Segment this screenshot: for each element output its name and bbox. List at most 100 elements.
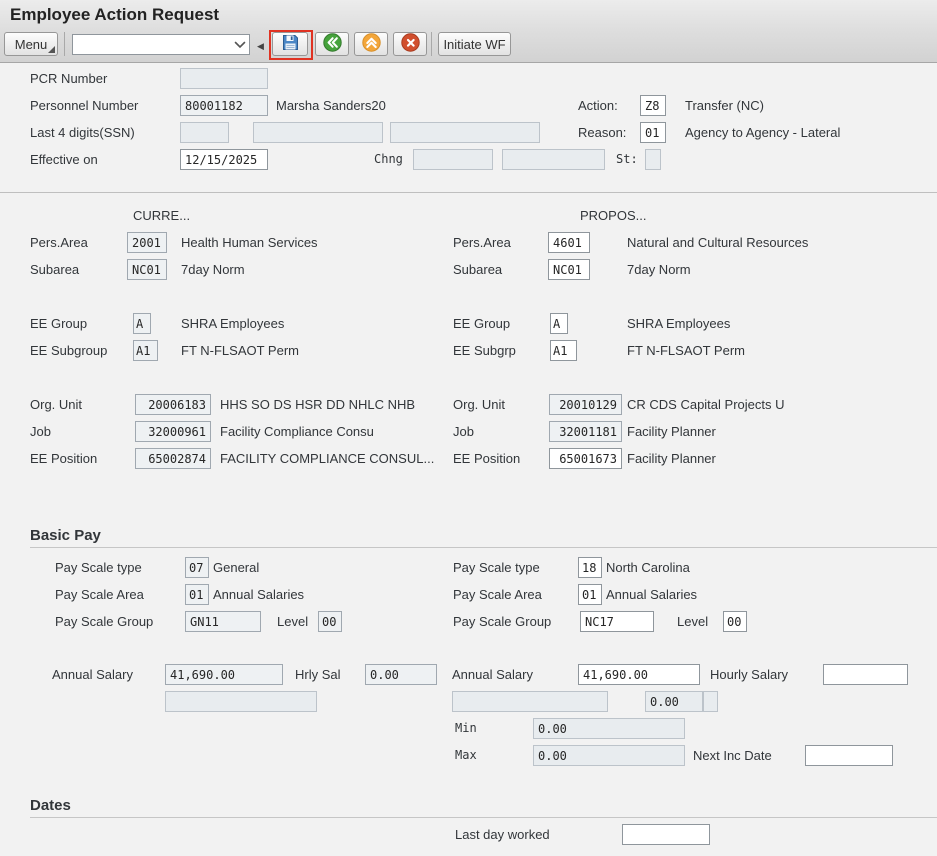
pay-scale-group-proposed-field[interactable] (580, 611, 654, 632)
chng-label: Chng (374, 149, 403, 170)
effective-on-field[interactable] (180, 149, 268, 170)
chng-field-1 (413, 149, 493, 170)
cancel-button[interactable] (393, 32, 427, 56)
annual-salary-current-label: Annual Salary (52, 664, 133, 685)
effective-on-label: Effective on (30, 149, 98, 170)
ee-position-current-text: FACILITY COMPLIANCE CONSUL... (220, 448, 434, 469)
menu-button[interactable]: Menu (4, 32, 58, 56)
next-inc-date-field[interactable] (805, 745, 893, 766)
chevron-down-icon[interactable] (234, 41, 246, 49)
job-label: Job (30, 421, 51, 442)
combobox-input[interactable] (73, 38, 234, 52)
initiate-wf-button[interactable]: Initiate WF (438, 32, 511, 56)
org-unit-label: Org. Unit (30, 394, 82, 415)
ee-position-proposed-label: EE Position (453, 448, 520, 469)
pers-area-current-text: Health Human Services (181, 232, 318, 253)
ee-subgrp-proposed-field[interactable] (550, 340, 577, 361)
proposed-column-header: PROPOS... (580, 205, 646, 226)
title-bar: Employee Action Request (0, 0, 937, 30)
action-text: Transfer (NC) (685, 95, 764, 116)
job-proposed-text: Facility Planner (627, 421, 716, 442)
quick-access-combobox[interactable] (72, 34, 250, 55)
pcr-number-label: PCR Number (30, 68, 107, 89)
reason-code-field[interactable] (640, 122, 666, 143)
page-title: Employee Action Request (10, 5, 219, 25)
ee-group-proposed-text: SHRA Employees (627, 313, 730, 334)
ee-group-current-field (133, 313, 151, 334)
level-proposed-label: Level (677, 611, 708, 632)
collapse-left-icon[interactable]: ◀ (257, 39, 264, 53)
ee-subgrp-proposed-label: EE Subgrp (453, 340, 516, 361)
back-button[interactable] (315, 32, 349, 56)
employee-action-request-window: Employee Action Request Menu ◀ (0, 0, 937, 856)
menu-button-label: Menu (15, 37, 48, 52)
ssn-field-1 (180, 122, 229, 143)
org-unit-proposed-label: Org. Unit (453, 394, 505, 415)
toolbar: Menu ◀ (0, 30, 937, 63)
save-button[interactable] (272, 32, 308, 56)
ee-group-label: EE Group (30, 313, 87, 334)
annual-salary-proposed-field[interactable] (578, 664, 700, 685)
ssn-field-3 (390, 122, 540, 143)
ee-position-proposed-text: Facility Planner (627, 448, 716, 469)
pers-area-proposed-label: Pers.Area (453, 232, 511, 253)
job-current-text: Facility Compliance Consu (220, 421, 374, 442)
pay-scale-group-current-field (185, 611, 261, 632)
org-unit-proposed-field (549, 394, 622, 415)
org-unit-current-field (135, 394, 211, 415)
hourly-salary-proposed-field[interactable] (823, 664, 908, 685)
initiate-wf-label: Initiate WF (443, 37, 505, 52)
pay-scale-group-label: Pay Scale Group (55, 611, 153, 632)
pers-area-label: Pers.Area (30, 232, 88, 253)
pay-scale-type-proposed-label: Pay Scale type (453, 557, 540, 578)
pers-area-current-field (127, 232, 167, 253)
pcr-number-field (180, 68, 268, 89)
current-column-header: CURRE... (133, 205, 190, 226)
level-current-label: Level (277, 611, 308, 632)
hourly-salary-label: Hourly Salary (710, 664, 788, 685)
pay-scale-area-label: Pay Scale Area (55, 584, 144, 605)
ee-group-current-text: SHRA Employees (181, 313, 284, 334)
toolbar-separator (431, 32, 432, 56)
save-icon (281, 33, 300, 55)
st-field (645, 149, 661, 170)
action-label: Action: (578, 95, 618, 116)
subarea-proposed-field[interactable] (548, 259, 590, 280)
ee-position-proposed-field[interactable] (549, 448, 622, 469)
promote-button[interactable] (354, 32, 388, 56)
ee-subgrp-proposed-text: FT N-FLSAOT Perm (627, 340, 745, 361)
pay-scale-type-current-text: General (213, 557, 259, 578)
salary-extra-current-field (165, 691, 317, 712)
menu-corner-icon (48, 46, 55, 53)
toolbar-separator (64, 32, 65, 56)
dates-section-header: Dates (30, 797, 937, 818)
pay-scale-area-proposed-label: Pay Scale Area (453, 584, 542, 605)
last-day-worked-field[interactable] (622, 824, 710, 845)
action-code-field[interactable] (640, 95, 666, 116)
cancel-icon (400, 32, 421, 56)
hrly-sal-current-field (365, 664, 437, 685)
pay-scale-area-current-field (185, 584, 209, 605)
level-proposed-field[interactable] (723, 611, 747, 632)
ee-group-proposed-label: EE Group (453, 313, 510, 334)
ee-subgroup-current-field (133, 340, 158, 361)
pay-scale-type-proposed-field[interactable] (578, 557, 602, 578)
last-day-worked-label: Last day worked (455, 824, 550, 845)
pers-area-proposed-field[interactable] (548, 232, 590, 253)
salary-amount-proposed-field (645, 691, 703, 712)
level-current-field (318, 611, 342, 632)
job-proposed-label: Job (453, 421, 474, 442)
salary-extra-proposed-field (452, 691, 608, 712)
ssn-label: Last 4 digits(SSN) (30, 122, 135, 143)
subarea-current-text: 7day Norm (181, 259, 245, 280)
pay-scale-area-current-text: Annual Salaries (213, 584, 304, 605)
annual-salary-current-field (165, 664, 283, 685)
ee-group-proposed-field[interactable] (550, 313, 568, 334)
ee-position-current-field (135, 448, 211, 469)
chng-field-2 (502, 149, 605, 170)
pay-scale-area-proposed-field[interactable] (578, 584, 602, 605)
subarea-proposed-text: 7day Norm (627, 259, 691, 280)
personnel-number-field (180, 95, 268, 116)
next-inc-date-label: Next Inc Date (693, 745, 772, 766)
pay-scale-type-proposed-text: North Carolina (606, 557, 690, 578)
